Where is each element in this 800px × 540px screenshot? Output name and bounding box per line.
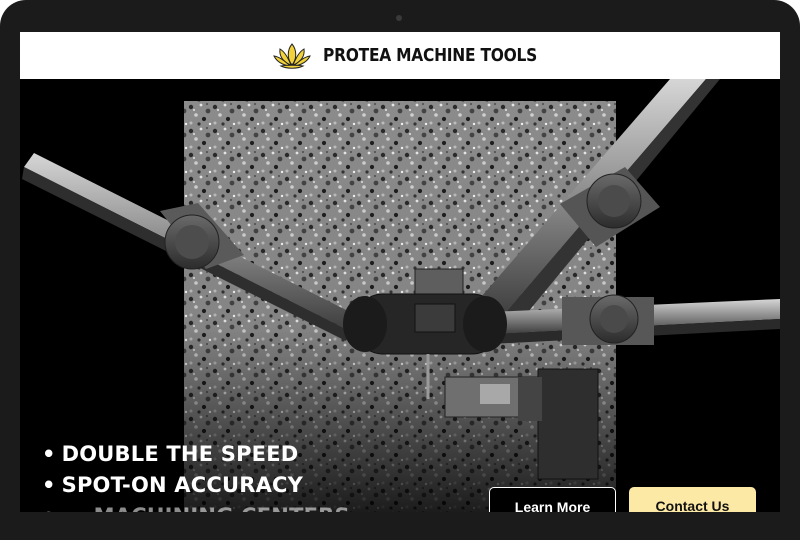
feature-text: DOUBLE THE SPEED: [61, 442, 299, 466]
contact-us-button[interactable]: Contact Us: [629, 487, 756, 512]
webcam-icon: [396, 15, 402, 21]
lotus-flower-icon[interactable]: [272, 41, 311, 71]
laptop-screen: PROTEA MACHINE TOOLS • DOUBLE THE SPEED …: [20, 32, 780, 512]
laptop-frame: PROTEA MACHINE TOOLS • DOUBLE THE SPEED …: [0, 0, 800, 540]
feature-list: •DOUBLE THE SPEED •SPOT-ON ACCURACY •...…: [42, 439, 350, 512]
bullet-icon: •: [42, 473, 56, 497]
bullet-icon: •: [42, 442, 56, 466]
feature-item: • DOUBLE THE SPEED: [42, 439, 350, 470]
feature-text: ... MACHINING CENTERS: [62, 504, 350, 512]
feature-item: • SPOT-ON ACCURACY: [42, 470, 350, 501]
feature-text: SPOT-ON ACCURACY: [61, 473, 304, 497]
brand-name[interactable]: PROTEA MACHINE TOOLS: [323, 45, 537, 66]
hero-section: •DOUBLE THE SPEED •SPOT-ON ACCURACY •...…: [20, 79, 780, 512]
site-header: PROTEA MACHINE TOOLS: [20, 32, 780, 79]
bullet-icon: •: [42, 504, 56, 512]
learn-more-button[interactable]: Learn More: [489, 487, 616, 512]
